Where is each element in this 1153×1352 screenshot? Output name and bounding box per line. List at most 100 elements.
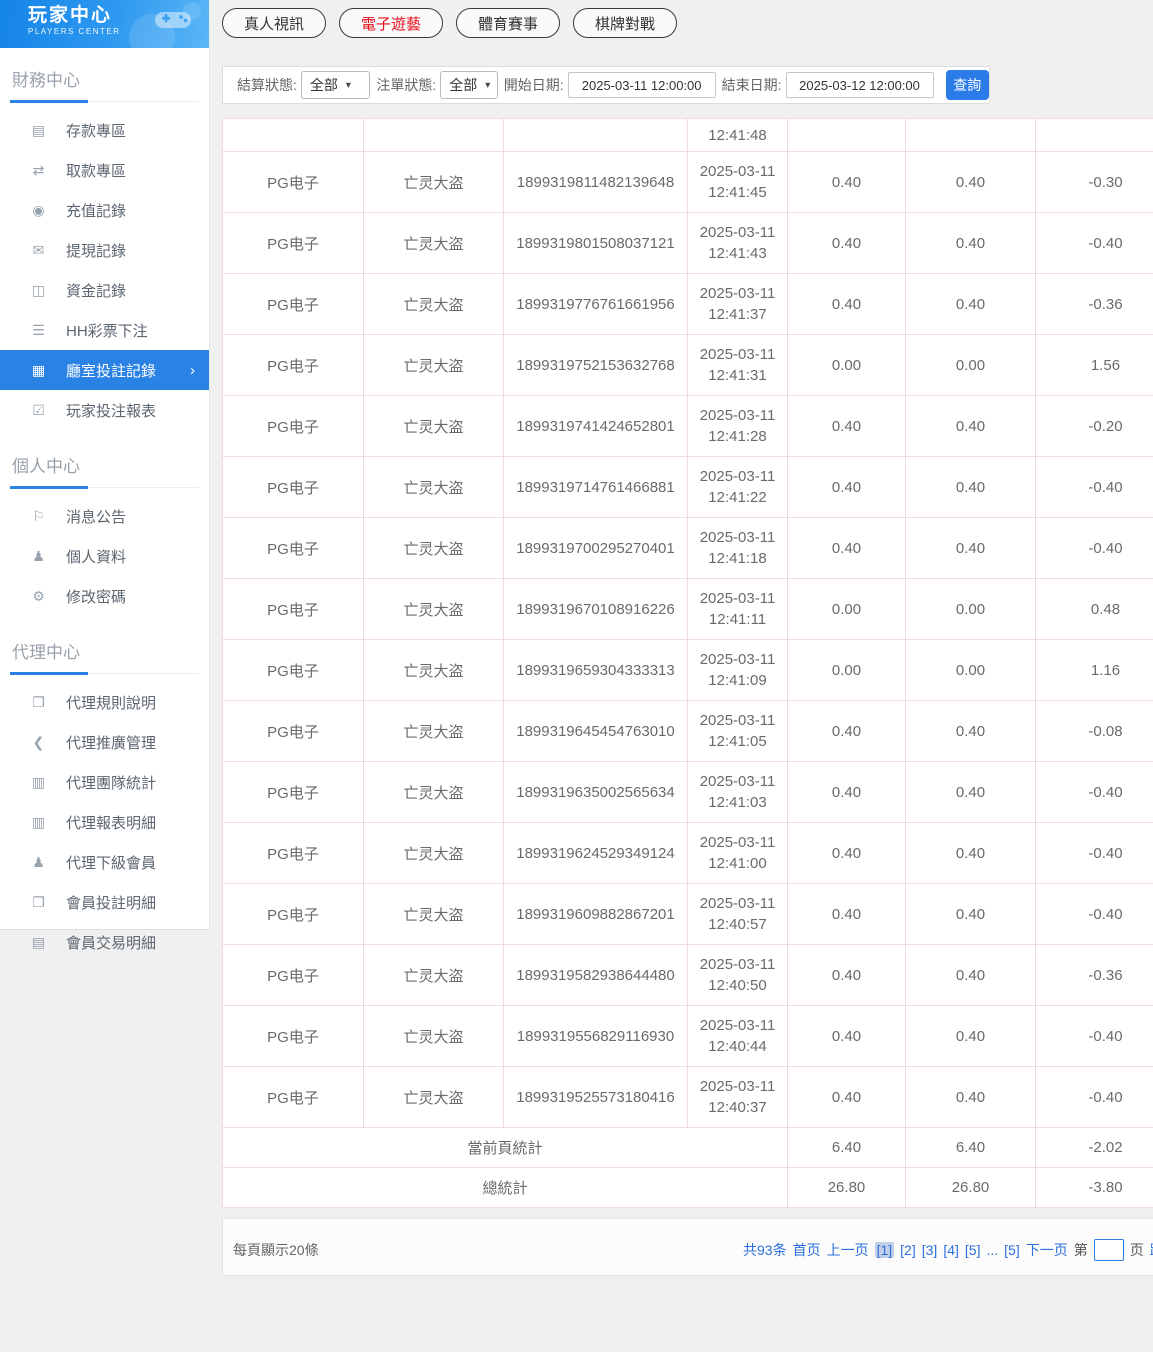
room-bet-record-icon: ▦ [31, 361, 46, 378]
lottery-list-icon: ☰ [32, 321, 45, 338]
cell-time: 2025-03-11 12:41:37 [687, 273, 788, 335]
tab-electronic-games[interactable]: 電子遊藝 [339, 8, 444, 38]
cell-order-no: 1899319645454763010 [503, 700, 688, 762]
cell-bet: 0.40 [787, 944, 906, 1006]
sidebar-item-agent-sub-members[interactable]: ♟ 代理下級會員 [0, 842, 209, 882]
prev-page-link[interactable]: 上一页 [827, 1240, 869, 1260]
sidebar-item-recharge-record[interactable]: ◉ 充值記錄 [0, 190, 209, 230]
sidebar-item-label: 代理推廣管理 [66, 734, 157, 752]
sidebar-item-hh-lottery-bet[interactable]: ☰ HH彩票下注 [0, 310, 209, 350]
cell-order-no: 1899319659304333313 [503, 639, 688, 701]
table-row: PG电子 亡灵大盗 1899319609882867201 2025-03-11… [222, 883, 1153, 945]
order-status-value: 全部 [449, 77, 478, 93]
cell-game: 亡灵大盗 [363, 334, 504, 396]
tab-board-games[interactable]: 棋牌對戰 [573, 8, 678, 38]
sidebar-item-label: 資金記錄 [66, 282, 127, 300]
cell-profit: -0.40 [1035, 1066, 1153, 1128]
table-row: PG电子 亡灵大盗 1899319811482139648 2025-03-11… [222, 151, 1153, 213]
page-link[interactable]: [5] [965, 1242, 981, 1258]
tab-sports[interactable]: 體育賽事 [456, 8, 561, 38]
sidebar-item-deposit[interactable]: ▤ 存款專區 [0, 110, 209, 150]
cell-valid-bet: 0.00 [905, 639, 1036, 701]
sidebar-item-player-bet-report[interactable]: ☑ 玩家投注報表 [0, 390, 209, 430]
sidebar-section-title: 個人中心 [10, 444, 199, 489]
cell-order-no: 1899319700295270401 [503, 517, 688, 579]
cell-valid-bet: 0.40 [905, 212, 1036, 274]
pager: 共93条 首页 上一页 [1] [2] [3] [4] [5]... [5] 下一页 第 … [743, 1239, 1153, 1261]
sidebar-item-agent-promotion[interactable]: ❮ 代理推廣管理 [0, 722, 209, 762]
cell-platform: PG电子 [222, 761, 364, 823]
tab-live-video[interactable]: 真人視訊 [222, 8, 327, 38]
sidebar-item-agent-rules[interactable]: ❐ 代理規則說明 [0, 682, 209, 722]
sidebar-item-announcements[interactable]: ⚐ 消息公告 [0, 496, 209, 536]
sidebar-item-member-bet-detail[interactable]: ❐ 會員投註明細 [0, 882, 209, 922]
cell-platform: PG电子 [222, 639, 364, 701]
page-link[interactable]: [5] [1004, 1242, 1020, 1258]
cell-platform: PG电子 [222, 822, 364, 884]
total-summary-profit: -3.80 [1035, 1167, 1153, 1208]
table-row: PG电子 亡灵大盗 1899319752153632768 2025-03-11… [222, 334, 1153, 396]
cell-platform [222, 118, 364, 152]
jump-suffix-label: 页 [1129, 1242, 1144, 1258]
sidebar-item-withdraw[interactable]: ⇄ 取款專區 [0, 150, 209, 190]
cell-profit: -0.20 [1035, 395, 1153, 457]
sidebar-item-room-bet-record[interactable]: ▦ 廳室投註記錄 › [0, 350, 209, 390]
recharge-moneybag-icon: ◉ [32, 201, 45, 218]
page-link[interactable]: [3] [922, 1242, 938, 1258]
sidebar-item-agent-team-stats[interactable]: ▥ 代理團隊統計 [0, 762, 209, 802]
cell-profit: -0.40 [1035, 517, 1153, 579]
cell-platform: PG电子 [222, 151, 364, 213]
cell-profit: 1.56 [1035, 334, 1153, 396]
cell-profit: -0.40 [1035, 456, 1153, 518]
agent-team-stats-icon: ▥ [31, 773, 46, 790]
cell-profit: -0.40 [1035, 212, 1153, 274]
page-link[interactable]: [4] [943, 1242, 959, 1258]
cell-bet: 0.00 [787, 639, 906, 701]
sidebar-item-cashout-record[interactable]: ✉ 提現記錄 [0, 230, 209, 270]
table-row: PG电子 亡灵大盗 1899319556829116930 2025-03-11… [222, 1005, 1153, 1067]
table-row: PG电子 亡灵大盗 1899319714761466881 2025-03-11… [222, 456, 1153, 518]
cell-platform: PG电子 [222, 883, 364, 945]
sidebar-item-change-password[interactable]: ⚙ 修改密碼 [0, 576, 209, 616]
cell-profit: -0.36 [1035, 944, 1153, 1006]
table-row: PG电子 亡灵大盗 1899319801508037121 2025-03-11… [222, 212, 1153, 274]
category-tabbar: 真人視訊 電子遊藝 體育賽事 棋牌對戰 [222, 8, 678, 38]
cell-order-no: 1899319801508037121 [503, 212, 688, 274]
order-status-select[interactable]: 全部 ▾ [440, 71, 498, 99]
end-date-input[interactable] [785, 72, 934, 98]
cell-game: 亡灵大盗 [363, 578, 504, 640]
cell-time: 2025-03-11 12:40:57 [687, 883, 788, 945]
jump-page-input[interactable] [1093, 1239, 1124, 1261]
cell-game: 亡灵大盗 [363, 700, 504, 762]
search-button[interactable]: 查詢 [945, 70, 989, 100]
end-date-label: 結束日期: [721, 77, 782, 93]
cell-profit: -0.40 [1035, 1005, 1153, 1067]
cell-valid-bet: 0.40 [905, 395, 1036, 457]
sidebar-item-label: 玩家投注報表 [66, 402, 157, 420]
cell-bet: 0.40 [787, 822, 906, 884]
sidebar-item-funds-record[interactable]: ◫ 資金記錄 [0, 270, 209, 310]
page-link[interactable]: [1] [874, 1242, 895, 1258]
sidebar-item-profile[interactable]: ♟ 個人資料 [0, 536, 209, 576]
sidebar-item-agent-report-detail[interactable]: ▥ 代理報表明細 [0, 802, 209, 842]
start-date-input[interactable] [567, 72, 716, 98]
next-page-link[interactable]: 下一页 [1026, 1240, 1068, 1260]
sidebar-item-label: 會員投註明細 [66, 894, 157, 912]
page-link[interactable]: [2] [900, 1242, 916, 1258]
cell-game: 亡灵大盗 [363, 944, 504, 1006]
sidebar-item-member-transaction-detail[interactable]: ▤ 會員交易明細 [0, 922, 209, 962]
table-row: PG电子 亡灵大盗 1899319525573180416 2025-03-11… [222, 1066, 1153, 1128]
cell-valid-bet: 0.40 [905, 273, 1036, 335]
cell-order-no: 1899319752153632768 [503, 334, 688, 396]
first-page-link[interactable]: 首页 [793, 1240, 821, 1260]
cell-bet: 0.40 [787, 700, 906, 762]
page-summary-bet: 6.40 [787, 1127, 906, 1168]
cell-time: 2025-03-11 12:40:44 [687, 1005, 788, 1067]
filter-bar: 結算狀態: 全部 ▾ 注單狀態: 全部 ▾ 開始日期: 結束日期: 查詢 [222, 66, 990, 104]
page-summary-label: 當前頁統計 [222, 1127, 788, 1168]
settle-status-select[interactable]: 全部 ▾ [300, 71, 371, 99]
total-summary-valid-bet: 26.80 [905, 1167, 1036, 1208]
cell-order-no [503, 118, 688, 152]
cell-time: 2025-03-11 12:41:11 [687, 578, 788, 640]
cell-game: 亡灵大盗 [363, 1066, 504, 1128]
